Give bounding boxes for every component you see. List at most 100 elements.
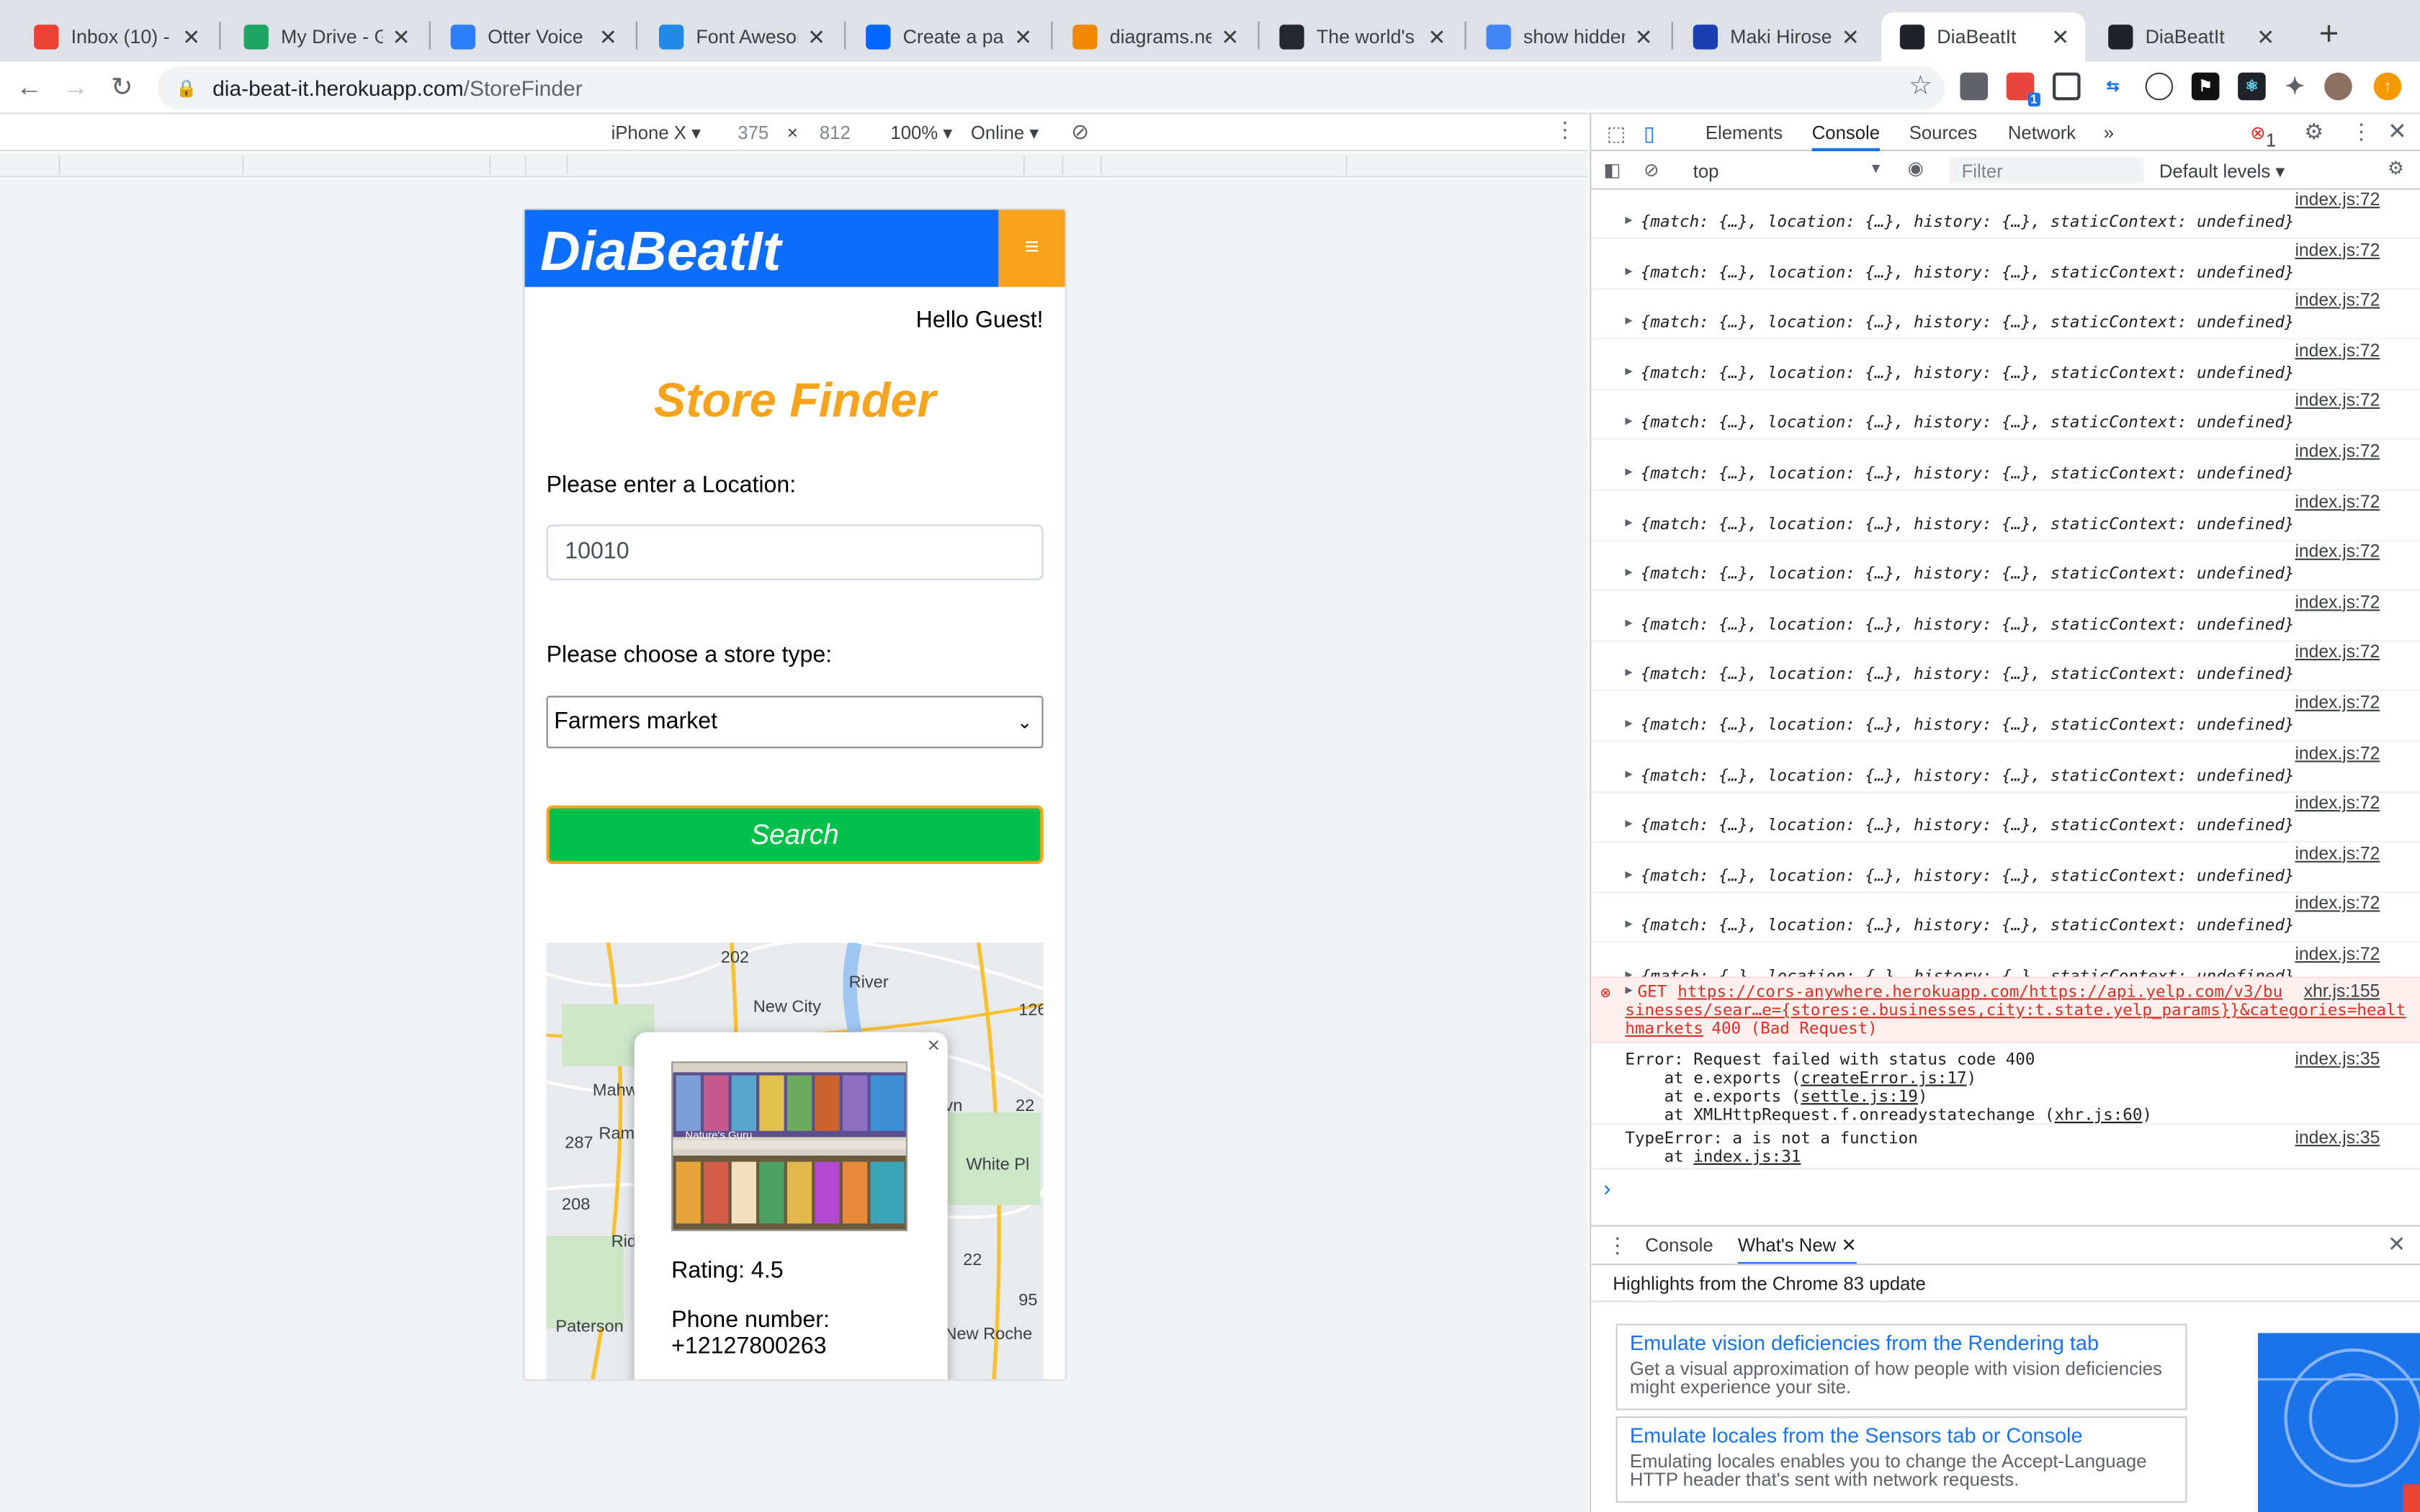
card-title[interactable]: Emulate locales from the Sensors tab or … — [1630, 1424, 2173, 1447]
close-drawer-icon[interactable]: ✕ — [2388, 1231, 2406, 1257]
log-source-link[interactable]: index.js:72 — [2295, 493, 2380, 512]
console-log-entry[interactable]: ▶ {match: {…}, location: {…}, history: {…… — [1591, 441, 2420, 491]
bookmark-star-icon[interactable]: ☆ — [1909, 71, 1932, 102]
expand-triangle-icon[interactable]: ▶ — [1625, 867, 1632, 881]
profile-avatar[interactable] — [2324, 72, 2352, 101]
expand-triangle-icon[interactable]: ▶ — [1625, 716, 1632, 729]
new-tab-button[interactable]: + — [2309, 12, 2349, 55]
close-tab-icon[interactable]: ✕ — [389, 24, 413, 50]
context-select[interactable]: top — [1693, 161, 1719, 182]
forward-icon[interactable]: → — [58, 71, 92, 105]
drawer-tab-console[interactable]: Console — [1645, 1234, 1713, 1256]
console-log-entry[interactable]: ▶ {match: {…}, location: {…}, history: {…… — [1591, 190, 2420, 240]
console-log-entry[interactable]: ▶ {match: {…}, location: {…}, history: {…… — [1591, 844, 2420, 894]
console-log-entry[interactable]: ▶ {match: {…}, location: {…}, history: {…… — [1591, 894, 2420, 944]
dots-extension-icon[interactable] — [2145, 72, 2174, 101]
browser-tab[interactable]: DiaBeatIt ✕ — [1881, 12, 2085, 62]
type-error-source-link[interactable]: index.js:35 — [2295, 1130, 2380, 1148]
expand-triangle-icon[interactable]: ▶ — [1625, 816, 1632, 830]
expand-triangle-icon[interactable]: ▶ — [1625, 983, 1632, 996]
sidebar-toggle-icon[interactable]: ◧ — [1603, 159, 1621, 181]
browser-tab[interactable]: Create a palet ✕ — [847, 12, 1048, 62]
tab-console[interactable]: Console — [1811, 122, 1881, 151]
clear-console-icon[interactable]: ⊘ — [1644, 159, 1659, 181]
console-log-entry[interactable]: ▶ {match: {…}, location: {…}, history: {…… — [1591, 391, 2420, 441]
console-log-entry[interactable]: ▶ {match: {…}, location: {…}, history: {…… — [1591, 492, 2420, 541]
close-tab-icon[interactable]: ✕ — [1011, 24, 1036, 50]
drawer-menu-icon[interactable]: ⋮ — [1607, 1233, 1628, 1259]
rotate-icon[interactable]: ⊘ — [1071, 119, 1089, 145]
log-source-link[interactable]: index.js:72 — [2295, 694, 2380, 713]
log-source-link[interactable]: index.js:72 — [2295, 443, 2380, 462]
expand-triangle-icon[interactable]: ▶ — [1625, 565, 1632, 579]
whats-new-card[interactable]: Emulate locales from the Sensors tab or … — [1615, 1416, 2187, 1503]
expand-triangle-icon[interactable]: ▶ — [1625, 917, 1632, 931]
network-throttle-select[interactable]: Online ▾ — [971, 122, 1039, 143]
extension-icon[interactable] — [1960, 72, 1988, 101]
trace-link[interactable]: createError.js:17 — [1801, 1069, 1966, 1088]
extension-badge-icon[interactable]: 1 — [2006, 72, 2040, 107]
close-icon[interactable]: × — [927, 1032, 940, 1057]
expand-triangle-icon[interactable]: ▶ — [1625, 665, 1632, 679]
more-tabs-button[interactable]: » — [2104, 122, 2114, 143]
close-tab-icon[interactable]: ✕ — [1218, 24, 1242, 50]
close-tab-icon[interactable]: ✕ — [179, 24, 204, 50]
console-log-entry[interactable]: ▶ {match: {…}, location: {…}, history: {…… — [1591, 642, 2420, 692]
browser-tab[interactable]: show hidden f ✕ — [1468, 12, 1669, 62]
tab-sources[interactable]: Sources — [1909, 122, 1977, 143]
log-source-link[interactable]: index.js:72 — [2295, 644, 2380, 662]
console-settings-icon[interactable]: ⚙ — [2388, 158, 2404, 179]
log-source-link[interactable]: index.js:72 — [2295, 845, 2380, 864]
expand-triangle-icon[interactable]: ▶ — [1625, 464, 1632, 478]
device-toggle-icon[interactable]: ▯ — [1644, 122, 1654, 146]
react-devtools-icon[interactable]: ⚛ — [2238, 72, 2266, 101]
console-log-entry[interactable]: ▶ {match: {…}, location: {…}, history: {…… — [1591, 341, 2420, 390]
log-source-link[interactable]: index.js:72 — [2295, 744, 2380, 763]
log-source-link[interactable]: index.js:72 — [2295, 896, 2380, 914]
console-log-entry[interactable]: ▶ {match: {…}, location: {…}, history: {…… — [1591, 542, 2420, 592]
drawer-tab-whats-new[interactable]: What's New ✕ — [1737, 1234, 1857, 1266]
flag-extension-icon[interactable]: ⚑ — [2191, 72, 2220, 101]
console-prompt[interactable]: › — [1603, 1176, 1610, 1200]
screenshot-extension-icon[interactable] — [2053, 72, 2081, 101]
error-count-badge[interactable]: ⊗ 1 — [2250, 122, 2276, 151]
address-bar[interactable]: 🔒 dia-beat-it.herokuapp.com/StoreFinder … — [157, 66, 1945, 110]
browser-tab[interactable]: Maki Hirose: L ✕ — [1675, 12, 1876, 62]
log-source-link[interactable]: index.js:72 — [2295, 795, 2380, 814]
close-tab-icon[interactable]: ✕ — [804, 24, 828, 50]
network-error-message[interactable]: ⊗ ▶ GET https://cors-anywhere.herokuapp.… — [1591, 976, 2420, 1043]
expand-triangle-icon[interactable]: ▶ — [1625, 213, 1632, 227]
device-width[interactable]: 375 — [738, 122, 768, 143]
log-source-link[interactable]: index.js:72 — [2295, 392, 2380, 411]
hamburger-menu-button[interactable]: ≡ — [998, 210, 1065, 287]
error-url-line1[interactable]: https://cors-anywhere.herokuapp.com/http… — [1677, 983, 2282, 1002]
close-tab-icon[interactable]: ✕ — [1425, 24, 1449, 50]
tab-elements[interactable]: Elements — [1706, 122, 1783, 143]
expand-triangle-icon[interactable]: ▶ — [1625, 414, 1632, 428]
device-select[interactable]: iPhone X ▾ — [611, 122, 701, 143]
browser-tab[interactable]: diagrams.net ✕ — [1054, 12, 1255, 62]
close-tab-icon[interactable]: ✕ — [2254, 24, 2278, 50]
error-source-link[interactable]: xhr.js:155 — [2304, 983, 2380, 1002]
console-log-entry[interactable]: ▶ {match: {…}, location: {…}, history: {…… — [1591, 290, 2420, 340]
expand-triangle-icon[interactable]: ▶ — [1625, 766, 1632, 780]
arrows-extension-icon[interactable]: ⇆ — [2099, 73, 2127, 101]
zoom-select[interactable]: 100% ▾ — [890, 122, 952, 143]
gear-icon[interactable]: ⚙ — [2304, 119, 2323, 145]
expand-triangle-icon[interactable]: ▶ — [1625, 313, 1632, 327]
log-source-link[interactable]: index.js:72 — [2295, 544, 2380, 562]
console-log-entry[interactable]: ▶ {match: {…}, location: {…}, history: {…… — [1591, 240, 2420, 289]
browser-tab[interactable]: The world's le ✕ — [1261, 12, 1462, 62]
browser-tab[interactable]: Otter Voice M ✕ — [432, 12, 633, 62]
kebab-menu-icon[interactable]: ⋮ — [2351, 119, 2372, 145]
console-log-entry[interactable]: ▶ {match: {…}, location: {…}, history: {…… — [1591, 743, 2420, 793]
close-tab-icon[interactable]: ✕ — [1841, 1234, 1857, 1256]
expand-triangle-icon[interactable]: ▶ — [1625, 364, 1632, 377]
console-filter-input[interactable]: Filter — [1949, 157, 2144, 184]
app-logo[interactable]: DiaBeatIt — [540, 219, 781, 284]
close-devtools-icon[interactable]: ✕ — [2388, 117, 2407, 145]
log-source-link[interactable]: index.js:72 — [2295, 292, 2380, 310]
browser-tab[interactable]: Inbox (10) - m ✕ — [15, 12, 216, 62]
log-source-link[interactable]: index.js:72 — [2295, 192, 2380, 210]
expand-triangle-icon[interactable]: ▶ — [1625, 616, 1632, 629]
